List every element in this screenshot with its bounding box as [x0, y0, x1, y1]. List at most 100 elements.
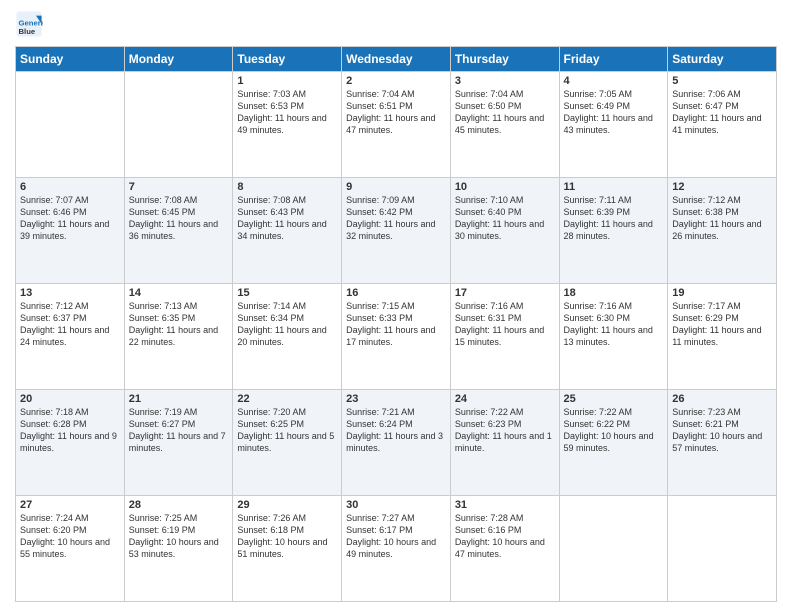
- day-info: Sunrise: 7:25 AM Sunset: 6:19 PM Dayligh…: [129, 512, 229, 561]
- weekday-header-sunday: Sunday: [16, 47, 125, 72]
- calendar-cell: 3Sunrise: 7:04 AM Sunset: 6:50 PM Daylig…: [450, 72, 559, 178]
- day-info: Sunrise: 7:15 AM Sunset: 6:33 PM Dayligh…: [346, 300, 446, 349]
- day-number: 16: [346, 287, 446, 299]
- calendar-cell: 16Sunrise: 7:15 AM Sunset: 6:33 PM Dayli…: [342, 284, 451, 390]
- calendar-cell: 24Sunrise: 7:22 AM Sunset: 6:23 PM Dayli…: [450, 390, 559, 496]
- week-row-4: 20Sunrise: 7:18 AM Sunset: 6:28 PM Dayli…: [16, 390, 777, 496]
- day-info: Sunrise: 7:22 AM Sunset: 6:23 PM Dayligh…: [455, 406, 555, 455]
- day-number: 4: [564, 75, 664, 87]
- weekday-header-wednesday: Wednesday: [342, 47, 451, 72]
- calendar-cell: 15Sunrise: 7:14 AM Sunset: 6:34 PM Dayli…: [233, 284, 342, 390]
- day-info: Sunrise: 7:23 AM Sunset: 6:21 PM Dayligh…: [672, 406, 772, 455]
- weekday-header-thursday: Thursday: [450, 47, 559, 72]
- day-number: 25: [564, 393, 664, 405]
- day-number: 2: [346, 75, 446, 87]
- weekday-header-saturday: Saturday: [668, 47, 777, 72]
- day-number: 9: [346, 181, 446, 193]
- weekday-header-friday: Friday: [559, 47, 668, 72]
- logo: General Blue: [15, 10, 47, 38]
- calendar-cell: 26Sunrise: 7:23 AM Sunset: 6:21 PM Dayli…: [668, 390, 777, 496]
- day-info: Sunrise: 7:18 AM Sunset: 6:28 PM Dayligh…: [20, 406, 120, 455]
- weekday-header-monday: Monday: [124, 47, 233, 72]
- day-info: Sunrise: 7:28 AM Sunset: 6:16 PM Dayligh…: [455, 512, 555, 561]
- calendar-cell: [559, 496, 668, 602]
- day-number: 14: [129, 287, 229, 299]
- calendar-cell: [668, 496, 777, 602]
- day-info: Sunrise: 7:26 AM Sunset: 6:18 PM Dayligh…: [237, 512, 337, 561]
- day-number: 18: [564, 287, 664, 299]
- day-number: 19: [672, 287, 772, 299]
- day-info: Sunrise: 7:12 AM Sunset: 6:37 PM Dayligh…: [20, 300, 120, 349]
- calendar-cell: 25Sunrise: 7:22 AM Sunset: 6:22 PM Dayli…: [559, 390, 668, 496]
- calendar-cell: 13Sunrise: 7:12 AM Sunset: 6:37 PM Dayli…: [16, 284, 125, 390]
- week-row-5: 27Sunrise: 7:24 AM Sunset: 6:20 PM Dayli…: [16, 496, 777, 602]
- page: General Blue SundayMondayTuesdayWednesda…: [0, 0, 792, 612]
- weekday-header-tuesday: Tuesday: [233, 47, 342, 72]
- day-number: 5: [672, 75, 772, 87]
- day-info: Sunrise: 7:16 AM Sunset: 6:31 PM Dayligh…: [455, 300, 555, 349]
- week-row-2: 6Sunrise: 7:07 AM Sunset: 6:46 PM Daylig…: [16, 178, 777, 284]
- calendar-cell: 22Sunrise: 7:20 AM Sunset: 6:25 PM Dayli…: [233, 390, 342, 496]
- calendar-cell: 19Sunrise: 7:17 AM Sunset: 6:29 PM Dayli…: [668, 284, 777, 390]
- calendar-cell: 18Sunrise: 7:16 AM Sunset: 6:30 PM Dayli…: [559, 284, 668, 390]
- day-info: Sunrise: 7:06 AM Sunset: 6:47 PM Dayligh…: [672, 88, 772, 137]
- day-number: 1: [237, 75, 337, 87]
- logo-icon: General Blue: [15, 10, 43, 38]
- week-row-3: 13Sunrise: 7:12 AM Sunset: 6:37 PM Dayli…: [16, 284, 777, 390]
- calendar-cell: 23Sunrise: 7:21 AM Sunset: 6:24 PM Dayli…: [342, 390, 451, 496]
- day-number: 12: [672, 181, 772, 193]
- day-number: 26: [672, 393, 772, 405]
- day-number: 31: [455, 499, 555, 511]
- weekday-header-row: SundayMondayTuesdayWednesdayThursdayFrid…: [16, 47, 777, 72]
- day-info: Sunrise: 7:08 AM Sunset: 6:43 PM Dayligh…: [237, 194, 337, 243]
- calendar-cell: 12Sunrise: 7:12 AM Sunset: 6:38 PM Dayli…: [668, 178, 777, 284]
- day-number: 15: [237, 287, 337, 299]
- day-info: Sunrise: 7:07 AM Sunset: 6:46 PM Dayligh…: [20, 194, 120, 243]
- calendar-cell: 10Sunrise: 7:10 AM Sunset: 6:40 PM Dayli…: [450, 178, 559, 284]
- day-number: 24: [455, 393, 555, 405]
- day-info: Sunrise: 7:03 AM Sunset: 6:53 PM Dayligh…: [237, 88, 337, 137]
- calendar-cell: 2Sunrise: 7:04 AM Sunset: 6:51 PM Daylig…: [342, 72, 451, 178]
- day-number: 8: [237, 181, 337, 193]
- day-number: 6: [20, 181, 120, 193]
- calendar-cell: 21Sunrise: 7:19 AM Sunset: 6:27 PM Dayli…: [124, 390, 233, 496]
- day-info: Sunrise: 7:11 AM Sunset: 6:39 PM Dayligh…: [564, 194, 664, 243]
- day-number: 27: [20, 499, 120, 511]
- calendar-cell: 17Sunrise: 7:16 AM Sunset: 6:31 PM Dayli…: [450, 284, 559, 390]
- day-number: 23: [346, 393, 446, 405]
- day-info: Sunrise: 7:09 AM Sunset: 6:42 PM Dayligh…: [346, 194, 446, 243]
- calendar-cell: 1Sunrise: 7:03 AM Sunset: 6:53 PM Daylig…: [233, 72, 342, 178]
- day-info: Sunrise: 7:13 AM Sunset: 6:35 PM Dayligh…: [129, 300, 229, 349]
- day-number: 10: [455, 181, 555, 193]
- calendar-cell: 27Sunrise: 7:24 AM Sunset: 6:20 PM Dayli…: [16, 496, 125, 602]
- day-number: 17: [455, 287, 555, 299]
- day-info: Sunrise: 7:14 AM Sunset: 6:34 PM Dayligh…: [237, 300, 337, 349]
- day-info: Sunrise: 7:22 AM Sunset: 6:22 PM Dayligh…: [564, 406, 664, 455]
- calendar-cell: 4Sunrise: 7:05 AM Sunset: 6:49 PM Daylig…: [559, 72, 668, 178]
- calendar-cell: 6Sunrise: 7:07 AM Sunset: 6:46 PM Daylig…: [16, 178, 125, 284]
- calendar-cell: 14Sunrise: 7:13 AM Sunset: 6:35 PM Dayli…: [124, 284, 233, 390]
- calendar-cell: 5Sunrise: 7:06 AM Sunset: 6:47 PM Daylig…: [668, 72, 777, 178]
- day-info: Sunrise: 7:10 AM Sunset: 6:40 PM Dayligh…: [455, 194, 555, 243]
- day-number: 28: [129, 499, 229, 511]
- calendar-cell: 9Sunrise: 7:09 AM Sunset: 6:42 PM Daylig…: [342, 178, 451, 284]
- calendar-cell: 28Sunrise: 7:25 AM Sunset: 6:19 PM Dayli…: [124, 496, 233, 602]
- day-info: Sunrise: 7:19 AM Sunset: 6:27 PM Dayligh…: [129, 406, 229, 455]
- svg-text:Blue: Blue: [19, 27, 36, 36]
- day-number: 30: [346, 499, 446, 511]
- calendar-cell: 20Sunrise: 7:18 AM Sunset: 6:28 PM Dayli…: [16, 390, 125, 496]
- day-info: Sunrise: 7:24 AM Sunset: 6:20 PM Dayligh…: [20, 512, 120, 561]
- calendar-cell: 29Sunrise: 7:26 AM Sunset: 6:18 PM Dayli…: [233, 496, 342, 602]
- calendar-table: SundayMondayTuesdayWednesdayThursdayFrid…: [15, 46, 777, 602]
- day-number: 29: [237, 499, 337, 511]
- day-info: Sunrise: 7:12 AM Sunset: 6:38 PM Dayligh…: [672, 194, 772, 243]
- calendar-cell: [16, 72, 125, 178]
- header: General Blue: [15, 10, 777, 38]
- day-number: 21: [129, 393, 229, 405]
- day-info: Sunrise: 7:21 AM Sunset: 6:24 PM Dayligh…: [346, 406, 446, 455]
- day-info: Sunrise: 7:20 AM Sunset: 6:25 PM Dayligh…: [237, 406, 337, 455]
- day-info: Sunrise: 7:05 AM Sunset: 6:49 PM Dayligh…: [564, 88, 664, 137]
- day-info: Sunrise: 7:04 AM Sunset: 6:50 PM Dayligh…: [455, 88, 555, 137]
- calendar-cell: 8Sunrise: 7:08 AM Sunset: 6:43 PM Daylig…: [233, 178, 342, 284]
- day-number: 20: [20, 393, 120, 405]
